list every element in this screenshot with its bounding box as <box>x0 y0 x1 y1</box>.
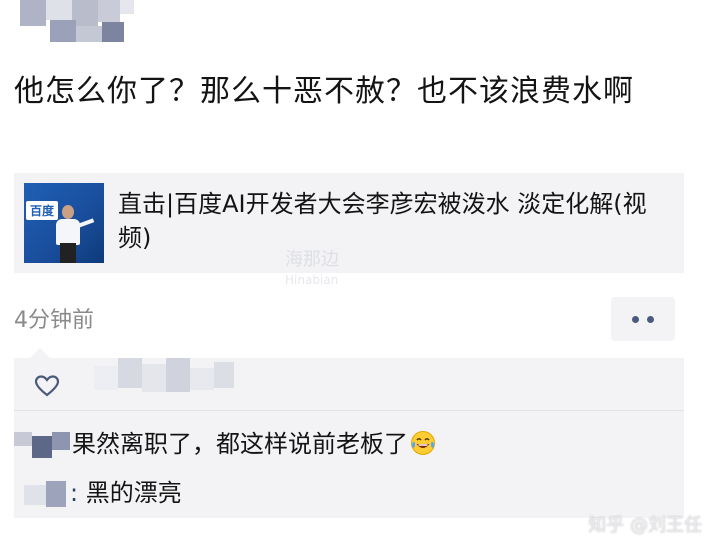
comment-text: 黑的漂亮 <box>85 479 182 507</box>
likes-row <box>14 358 684 411</box>
more-dots-icon <box>632 316 639 323</box>
zhihu-watermark: 知乎 @刘王任 <box>588 515 702 536</box>
post-timestamp: 4分钟前 <box>14 308 94 333</box>
image-watermark: 海那边 Hinabian <box>285 250 339 290</box>
post-text: 他怎么你了？那么十恶不赦？也不该浪费水啊 <box>14 74 634 109</box>
comments-section: 果然离职了，都这样说前老板了 : 黑的漂亮 <box>14 348 684 518</box>
link-thumbnail: 百度 <box>24 183 104 263</box>
comment-item: : 黑的漂亮 <box>24 477 182 509</box>
more-options-button[interactable] <box>611 297 675 341</box>
speaker-figure <box>54 205 80 263</box>
comment-text: 果然离职了，都这样说前老板了 <box>72 430 408 458</box>
heart-outline-icon <box>34 375 60 397</box>
pixelated-commenter-name <box>24 481 70 507</box>
comment-item: 果然离职了，都这样说前老板了 <box>14 428 436 460</box>
comment-separator: : <box>70 479 79 507</box>
pixelated-username <box>20 0 140 44</box>
tears-of-joy-emoji-icon <box>411 431 435 455</box>
watermark-cn: 海那边 <box>285 249 339 270</box>
watermark-en: Hinabian <box>285 273 339 287</box>
pixelated-likers <box>94 358 244 408</box>
pixelated-commenter-name <box>14 432 70 458</box>
shared-link-card[interactable]: 百度 直击|百度AI开发者大会李彦宏被泼水 淡定化解(视频) <box>14 173 684 273</box>
link-title: 直击|百度AI开发者大会李彦宏被泼水 淡定化解(视频) <box>118 190 647 252</box>
